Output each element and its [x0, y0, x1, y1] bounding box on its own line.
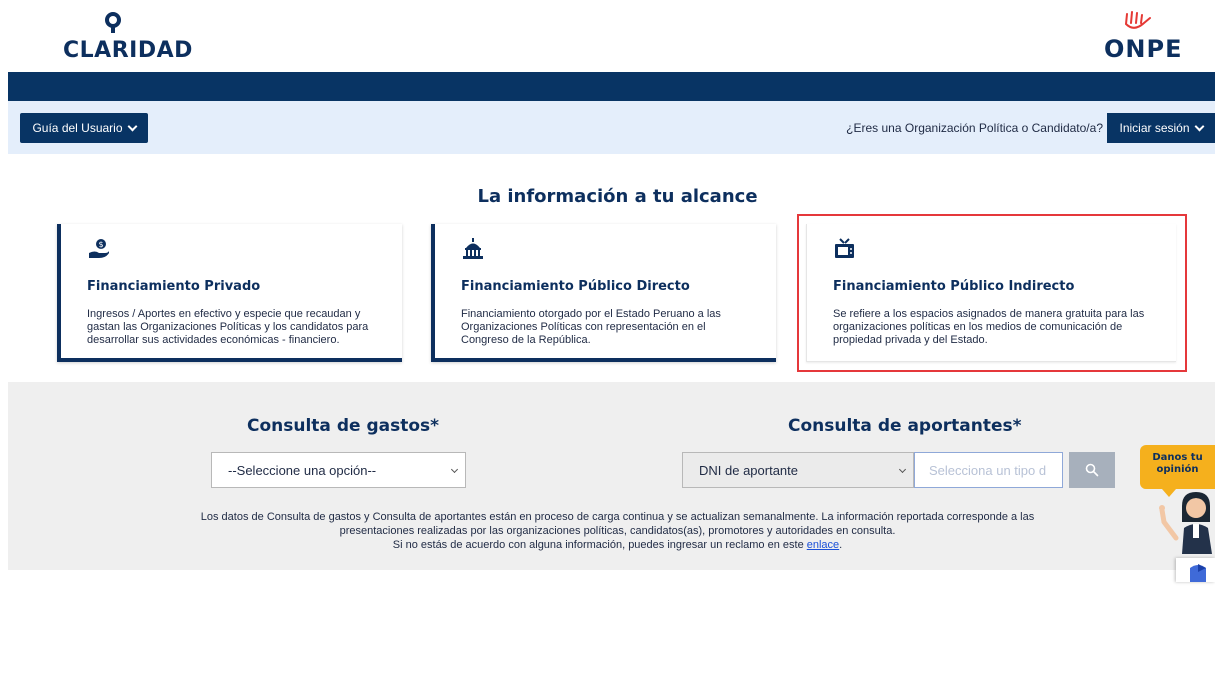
svg-text:$: $ [98, 240, 103, 249]
notice-line-2: presentaciones realizadas por las organi… [339, 525, 896, 537]
card-title: Financiamiento Privado [87, 279, 261, 294]
user-guide-button[interactable]: Guía del Usuario [20, 113, 148, 143]
chevron-down-icon [1194, 121, 1204, 131]
navigation-band [8, 72, 1215, 101]
complaint-link[interactable]: enlace [807, 539, 839, 551]
recaptcha-badge[interactable] [1176, 558, 1215, 582]
gastos-select[interactable]: --Seleccione una opción-- [211, 452, 466, 488]
hero-title: La información a tu alcance [477, 186, 758, 207]
card-financiamiento-privado[interactable]: $ Financiamiento Privado Ingresos / Apor… [57, 224, 402, 362]
money-hand-icon: $ [89, 239, 109, 258]
aportantes-type-select[interactable]: DNI de aportante [682, 452, 914, 488]
feedback-line-1: Danos tu [1152, 452, 1203, 463]
capitol-building-icon [463, 238, 483, 259]
organization-question: ¿Eres una Organización Política o Candid… [846, 121, 1103, 135]
user-guide-label: Guía del Usuario [32, 121, 123, 135]
chevron-down-icon [450, 465, 459, 474]
user-toolbar: Guía del Usuario ¿Eres una Organización … [8, 101, 1215, 154]
highlight-box [797, 214, 1187, 372]
gastos-select-value: --Seleccione una opción-- [228, 462, 377, 478]
claridad-magnifier-icon [105, 12, 121, 33]
feedback-button[interactable]: Danos tu opinión [1140, 445, 1215, 497]
card-description: Ingresos / Aportes en efectivo y especie… [87, 308, 369, 346]
login-label: Iniciar sesión [1119, 121, 1190, 135]
data-notice: Los datos de Consulta de gastos y Consul… [140, 510, 1095, 552]
claridad-logo-text: CLARIDAD [63, 38, 193, 63]
consulta-gastos-title: Consulta de gastos* [247, 416, 440, 436]
onpe-hand-icon [1125, 11, 1151, 29]
consulta-aportantes-title: Consulta de aportantes* [788, 416, 1022, 436]
notice-line-3-text: Si no estás de acuerdo con alguna inform… [392, 539, 804, 551]
search-button[interactable] [1069, 452, 1115, 488]
site-header: CLARIDAD ONPE [0, 0, 1215, 72]
aportantes-search-input[interactable]: Selecciona un tipo d [914, 452, 1063, 488]
notice-period: . [839, 539, 843, 551]
notice-line-3: Si no estás de acuerdo con alguna inform… [140, 538, 1095, 552]
card-description: Financiamiento otorgado por el Estado Pe… [461, 308, 721, 346]
aportantes-select-value: DNI de aportante [699, 462, 799, 478]
chevron-down-icon [127, 121, 137, 131]
notice-line-1: Los datos de Consulta de gastos y Consul… [200, 511, 1035, 523]
onpe-logo[interactable]: ONPE [1100, 10, 1190, 64]
card-financiamiento-publico-directo[interactable]: Financiamiento Público Directo Financiam… [431, 224, 776, 362]
recaptcha-icon [1190, 564, 1206, 582]
claridad-logo[interactable]: CLARIDAD [63, 10, 192, 66]
onpe-logo-text: ONPE [1104, 35, 1183, 63]
assistant-avatar-icon[interactable] [1156, 488, 1215, 554]
feedback-line-2: opinión [1156, 464, 1199, 475]
login-button[interactable]: Iniciar sesión [1107, 113, 1215, 143]
search-icon [1085, 463, 1099, 477]
chevron-down-icon [898, 465, 907, 474]
aportantes-search-placeholder: Selecciona un tipo d [929, 462, 1047, 478]
card-title: Financiamiento Público Directo [461, 279, 690, 294]
